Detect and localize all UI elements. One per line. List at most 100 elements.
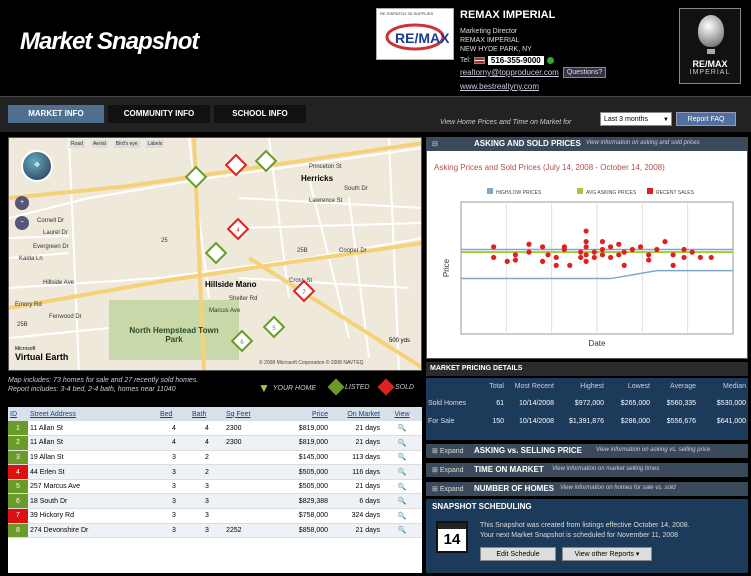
questions-button[interactable]: Questions? [562,67,607,78]
listing-on-market: 116 days [330,464,382,480]
table-row[interactable]: 4 44 Erlen St 3 2 $505,000 116 days 🔍 [8,464,422,480]
recent-sale-point [670,262,676,268]
page-title: Market Snapshot [20,28,199,55]
map-aerial-toggle[interactable]: Aerial [90,140,108,148]
magnifier-icon[interactable]: 🔍 [382,508,422,524]
expand-number-of-homes[interactable]: Expand NUMBER OF HOMES View information … [426,482,748,496]
expand-icon[interactable]: Expand [432,447,464,455]
listing-bed: 3 [158,493,190,510]
pricing-col: Highest [580,382,604,390]
tab-community-info[interactable]: COMMUNITY INFO [108,105,210,123]
magnifier-icon[interactable]: 🔍 [382,435,422,451]
edit-schedule-button[interactable]: Edit Schedule [480,547,556,561]
listing-address: 18 South Dr [28,493,158,510]
recent-sale-point [599,246,606,253]
street-label: Laurel Dr [43,230,68,236]
expand-icon[interactable]: Expand [432,466,464,474]
listing-price: $829,388 [270,493,330,510]
asking-sold-description: View information on asking and sold pric… [586,140,700,146]
listing-bed: 3 [158,479,190,495]
expand-asking-vs-selling[interactable]: Expand ASKING vs. SELLING PRICE View inf… [426,444,748,458]
recent-sale-point [540,258,546,264]
table-row[interactable]: 5 257 Marcus Ave 3 3 $505,000 21 days 🔍 [8,479,422,495]
table-row[interactable]: 2 11 Allan St 4 4 2300 $819,000 21 days 🔍 [8,435,422,451]
collapse-icon[interactable]: ⊟ [432,140,438,148]
col-bath[interactable]: Bath [190,407,224,421]
agent-city: NEW HYDE PARK, NY [460,46,532,53]
listing-bed: 3 [158,508,190,524]
map-road-toggle[interactable]: Road [69,140,85,148]
recent-sale-point [567,262,573,268]
street-label: Lawrence St [309,198,343,204]
col-price[interactable]: Price [270,407,330,421]
pricing-row: Sold Homes 61 10/14/2008 $972,000 $265,000 $5… [426,394,748,412]
call-icon[interactable] [546,57,554,64]
route-shield: 25B [17,322,28,328]
map-labels-toggle[interactable]: Labels [145,140,165,148]
listing-id: 8 [8,523,28,539]
recent-sale-point [591,249,597,255]
expand-time-on-market[interactable]: Expand TIME ON MARKET View information o… [426,463,748,477]
expand-description: View information on asking vs. selling p… [596,447,711,453]
recent-sale-point [616,241,622,247]
expand-icon[interactable]: Expand [432,485,464,493]
magnifier-icon[interactable]: 🔍 [382,464,422,480]
map-pan-control-icon[interactable]: ✥ [21,150,53,182]
magnifier-icon[interactable]: 🔍 [382,421,422,437]
map-view[interactable]: Road Aerial Bird's eye Labels ✥ + − Herr… [8,137,422,371]
park-label: North Hempstead Town Park [129,326,219,344]
col-address[interactable]: Street Address [28,407,158,421]
zoom-out-icon[interactable]: − [15,216,29,230]
period-select[interactable]: Last 3 months [600,112,672,127]
listing-price: $819,000 [270,421,330,437]
magnifier-icon[interactable]: 🔍 [382,523,422,539]
legend-label: RECENT SALES [656,190,695,196]
map-birdseye-toggle[interactable]: Bird's eye [113,140,140,148]
listing-price: $505,000 [270,464,330,480]
pricing-col: Most Recent [514,382,554,390]
agent-website-link[interactable]: www.bestrealtyny.com [460,82,660,91]
listing-address: 257 Marcus Ave [28,479,158,495]
listing-on-market: 21 days [330,523,382,539]
col-id[interactable]: ID [8,407,28,421]
magnifier-icon[interactable]: 🔍 [382,493,422,510]
photo-graphic: RE/MAX [385,23,450,51]
listing-price: $819,000 [270,435,330,451]
table-row[interactable]: 1 11 Allan St 4 4 2300 $819,000 21 days 🔍 [8,421,422,437]
listing-id: 5 [8,479,28,495]
table-row[interactable]: 6 18 South Dr 3 3 $829,388 6 days 🔍 [8,493,422,510]
col-on-market[interactable]: On Market [330,407,382,421]
listing-address: 19 Allan St [28,450,158,466]
magnifier-icon[interactable]: 🔍 [382,450,422,466]
table-row[interactable]: 7 39 Hickory Rd 3 3 $758,000 324 days 🔍 [8,508,422,524]
street-label: Cross St [289,278,313,284]
recent-sale-point [621,262,627,268]
table-row[interactable]: 8 274 Devonshire Dr 3 3 2252 $858,000 21 days 🔍 [8,523,422,539]
col-bed[interactable]: Bed [158,407,190,421]
street-label: Princeton St [309,164,342,170]
recent-sale-point [654,246,660,253]
agent-email-link[interactable]: realtorny@topproducer.com [460,68,559,77]
tab-market-info[interactable]: MARKET INFO [8,105,104,123]
recent-sale-point [504,258,510,264]
asking-sold-header: ⊟ ASKING AND SOLD PRICES View informatio… [426,137,748,151]
col-sqft[interactable]: Sq Feet [224,407,270,421]
map-info-line1: Map includes: 73 homes for sale and 27 r… [8,377,199,384]
magnifier-icon[interactable]: 🔍 [382,479,422,495]
report-faq-button[interactable]: Report FAQ [676,112,736,126]
listing-bath: 3 [190,493,224,510]
listing-on-market: 324 days [330,508,382,524]
snapshot-scheduling: SNAPSHOT SCHEDULING 14 This Snapshot was… [426,499,748,573]
view-other-reports-button[interactable]: View other Reports ▾ [562,547,652,561]
col-view[interactable]: View [382,407,422,421]
view-period-label: View Home Prices and Time on Market for [440,119,572,126]
pricing-table: Total Most Recent Highest Lowest Average… [426,378,748,440]
street-label: Marcus Ave [209,308,241,314]
zoom-in-icon[interactable]: + [15,196,29,210]
pricing-cell: $641,000 [716,417,746,425]
recent-sale-point [583,239,589,245]
table-row[interactable]: 3 19 Allan St 3 2 $145,000 113 days 🔍 [8,450,422,466]
recent-sale-point [491,244,497,250]
asking-sold-title: ASKING AND SOLD PRICES [474,139,581,148]
tab-school-info[interactable]: SCHOOL INFO [214,105,306,123]
